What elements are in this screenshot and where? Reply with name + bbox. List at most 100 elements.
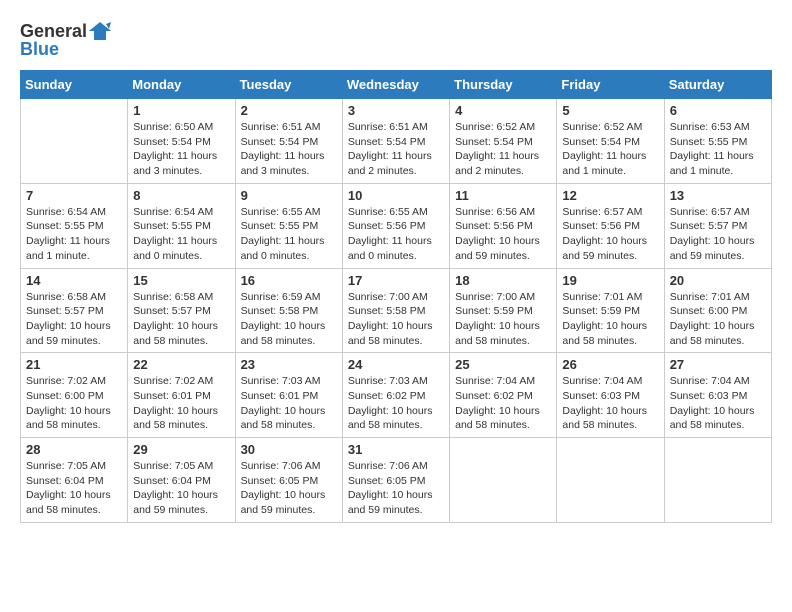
calendar-cell: 4 Sunrise: 6:52 AMSunset: 5:54 PMDaylight… xyxy=(450,99,557,184)
day-number: 1 xyxy=(133,103,229,118)
day-number: 5 xyxy=(562,103,658,118)
day-info: Sunrise: 7:01 AMSunset: 6:00 PMDaylight:… xyxy=(670,290,766,349)
calendar-cell: 6 Sunrise: 6:53 AMSunset: 5:55 PMDaylight… xyxy=(664,99,771,184)
day-number: 6 xyxy=(670,103,766,118)
calendar-cell xyxy=(664,438,771,523)
day-info: Sunrise: 7:05 AMSunset: 6:04 PMDaylight:… xyxy=(133,459,229,518)
day-number: 31 xyxy=(348,442,444,457)
calendar-cell: 7Sunrise: 6:54 AMSunset: 5:55 PMDaylight… xyxy=(21,183,128,268)
calendar-cell xyxy=(557,438,664,523)
day-number: 19 xyxy=(562,273,658,288)
day-number: 16 xyxy=(241,273,337,288)
day-number: 2 xyxy=(241,103,337,118)
calendar-cell: 23Sunrise: 7:03 AMSunset: 6:01 PMDayligh… xyxy=(235,353,342,438)
day-info: Sunrise: 6:58 AMSunset: 5:57 PMDaylight:… xyxy=(133,290,229,349)
day-header-sunday: Sunday xyxy=(21,71,128,99)
day-info: Sunrise: 7:04 AMSunset: 6:03 PMDaylight:… xyxy=(562,374,658,433)
calendar-cell: 21 Sunrise: 7:02 AMSunset: 6:00 PMDayligh… xyxy=(21,353,128,438)
day-info: Sunrise: 6:59 AMSunset: 5:58 PMDaylight:… xyxy=(241,290,337,349)
day-header-thursday: Thursday xyxy=(450,71,557,99)
day-info: Sunrise: 7:05 AMSunset: 6:04 PMDaylight:… xyxy=(26,459,122,518)
day-number: 22 xyxy=(133,357,229,372)
day-number: 27 xyxy=(670,357,766,372)
day-number: 18 xyxy=(455,273,551,288)
day-info: Sunrise: 7:02 AMSunset: 6:00 PMDaylight:… xyxy=(26,374,122,433)
day-number: 12 xyxy=(562,188,658,203)
calendar-cell: 30 Sunrise: 7:06 AMSunset: 6:05 PMDayligh… xyxy=(235,438,342,523)
day-info: Sunrise: 7:04 AMSunset: 6:03 PMDaylight:… xyxy=(670,374,766,433)
day-number: 26 xyxy=(562,357,658,372)
calendar-cell: 31 Sunrise: 7:06 AMSunset: 6:05 PMDayligh… xyxy=(342,438,449,523)
calendar-cell: 22 Sunrise: 7:02 AMSunset: 6:01 PMDayligh… xyxy=(128,353,235,438)
day-info: Sunrise: 7:03 AMSunset: 6:02 PMDaylight:… xyxy=(348,374,444,433)
calendar-cell: 11Sunrise: 6:56 AMSunset: 5:56 PMDayligh… xyxy=(450,183,557,268)
day-number: 30 xyxy=(241,442,337,457)
day-info: Sunrise: 6:54 AMSunset: 5:55 PMDaylight:… xyxy=(133,205,229,264)
day-info: Sunrise: 7:06 AMSunset: 6:05 PMDaylight:… xyxy=(241,459,337,518)
day-number: 10 xyxy=(348,188,444,203)
logo-arrow-icon xyxy=(89,20,111,42)
day-number: 25 xyxy=(455,357,551,372)
day-number: 20 xyxy=(670,273,766,288)
day-number: 29 xyxy=(133,442,229,457)
day-info: Sunrise: 6:57 AMSunset: 5:56 PMDaylight:… xyxy=(562,205,658,264)
day-info: Sunrise: 7:06 AMSunset: 6:05 PMDaylight:… xyxy=(348,459,444,518)
calendar-cell: 24 Sunrise: 7:03 AMSunset: 6:02 PMDayligh… xyxy=(342,353,449,438)
calendar-cell: 20 Sunrise: 7:01 AMSunset: 6:00 PMDayligh… xyxy=(664,268,771,353)
calendar-cell: 25 Sunrise: 7:04 AMSunset: 6:02 PMDayligh… xyxy=(450,353,557,438)
day-info: Sunrise: 6:56 AMSunset: 5:56 PMDaylight:… xyxy=(455,205,551,264)
week-row-3: 14 Sunrise: 6:58 AMSunset: 5:57 PMDayligh… xyxy=(21,268,772,353)
day-info: Sunrise: 7:00 AMSunset: 5:58 PMDaylight:… xyxy=(348,290,444,349)
day-info: Sunrise: 7:00 AMSunset: 5:59 PMDaylight:… xyxy=(455,290,551,349)
calendar-cell xyxy=(450,438,557,523)
week-row-4: 21 Sunrise: 7:02 AMSunset: 6:00 PMDayligh… xyxy=(21,353,772,438)
day-number: 21 xyxy=(26,357,122,372)
day-header-monday: Monday xyxy=(128,71,235,99)
day-header-wednesday: Wednesday xyxy=(342,71,449,99)
day-number: 28 xyxy=(26,442,122,457)
day-info: Sunrise: 6:51 AMSunset: 5:54 PMDaylight:… xyxy=(241,120,337,179)
calendar-table: SundayMondayTuesdayWednesdayThursdayFrid… xyxy=(20,70,772,523)
logo: General Blue xyxy=(20,20,111,60)
day-number: 3 xyxy=(348,103,444,118)
day-info: Sunrise: 7:04 AMSunset: 6:02 PMDaylight:… xyxy=(455,374,551,433)
calendar-cell: 5 Sunrise: 6:52 AMSunset: 5:54 PMDaylight… xyxy=(557,99,664,184)
calendar-cell: 10 Sunrise: 6:55 AMSunset: 5:56 PMDayligh… xyxy=(342,183,449,268)
logo-container: General Blue xyxy=(20,20,111,60)
calendar-cell: 8 Sunrise: 6:54 AMSunset: 5:55 PMDaylight… xyxy=(128,183,235,268)
day-info: Sunrise: 6:52 AMSunset: 5:54 PMDaylight:… xyxy=(562,120,658,179)
day-info: Sunrise: 6:55 AMSunset: 5:56 PMDaylight:… xyxy=(348,205,444,264)
calendar-cell: 16 Sunrise: 6:59 AMSunset: 5:58 PMDayligh… xyxy=(235,268,342,353)
day-number: 24 xyxy=(348,357,444,372)
day-header-friday: Friday xyxy=(557,71,664,99)
day-info: Sunrise: 6:50 AMSunset: 5:54 PMDaylight:… xyxy=(133,120,229,179)
day-number: 9 xyxy=(241,188,337,203)
calendar-cell: 13Sunrise: 6:57 AMSunset: 5:57 PMDayligh… xyxy=(664,183,771,268)
calendar-cell: 2 Sunrise: 6:51 AMSunset: 5:54 PMDaylight… xyxy=(235,99,342,184)
calendar-cell: 28 Sunrise: 7:05 AMSunset: 6:04 PMDayligh… xyxy=(21,438,128,523)
day-info: Sunrise: 6:52 AMSunset: 5:54 PMDaylight:… xyxy=(455,120,551,179)
day-number: 8 xyxy=(133,188,229,203)
calendar-cell xyxy=(21,99,128,184)
day-info: Sunrise: 6:57 AMSunset: 5:57 PMDaylight:… xyxy=(670,205,766,264)
day-info: Sunrise: 6:53 AMSunset: 5:55 PMDaylight:… xyxy=(670,120,766,179)
calendar-cell: 1 Sunrise: 6:50 AMSunset: 5:54 PMDaylight… xyxy=(128,99,235,184)
calendar-cell: 19Sunrise: 7:01 AMSunset: 5:59 PMDayligh… xyxy=(557,268,664,353)
calendar-cell: 27 Sunrise: 7:04 AMSunset: 6:03 PMDayligh… xyxy=(664,353,771,438)
day-number: 4 xyxy=(455,103,551,118)
calendar-cell: 18 Sunrise: 7:00 AMSunset: 5:59 PMDayligh… xyxy=(450,268,557,353)
logo-blue-text: Blue xyxy=(20,39,111,60)
day-info: Sunrise: 7:02 AMSunset: 6:01 PMDaylight:… xyxy=(133,374,229,433)
calendar-cell: 15 Sunrise: 6:58 AMSunset: 5:57 PMDayligh… xyxy=(128,268,235,353)
day-number: 15 xyxy=(133,273,229,288)
day-header-tuesday: Tuesday xyxy=(235,71,342,99)
week-row-1: 1 Sunrise: 6:50 AMSunset: 5:54 PMDaylight… xyxy=(21,99,772,184)
page-header: General Blue xyxy=(20,20,772,60)
day-number: 23 xyxy=(241,357,337,372)
day-info: Sunrise: 6:58 AMSunset: 5:57 PMDaylight:… xyxy=(26,290,122,349)
day-number: 14 xyxy=(26,273,122,288)
calendar-cell: 29 Sunrise: 7:05 AMSunset: 6:04 PMDayligh… xyxy=(128,438,235,523)
calendar-cell: 3 Sunrise: 6:51 AMSunset: 5:54 PMDaylight… xyxy=(342,99,449,184)
day-info: Sunrise: 6:51 AMSunset: 5:54 PMDaylight:… xyxy=(348,120,444,179)
day-info: Sunrise: 6:55 AMSunset: 5:55 PMDaylight:… xyxy=(241,205,337,264)
